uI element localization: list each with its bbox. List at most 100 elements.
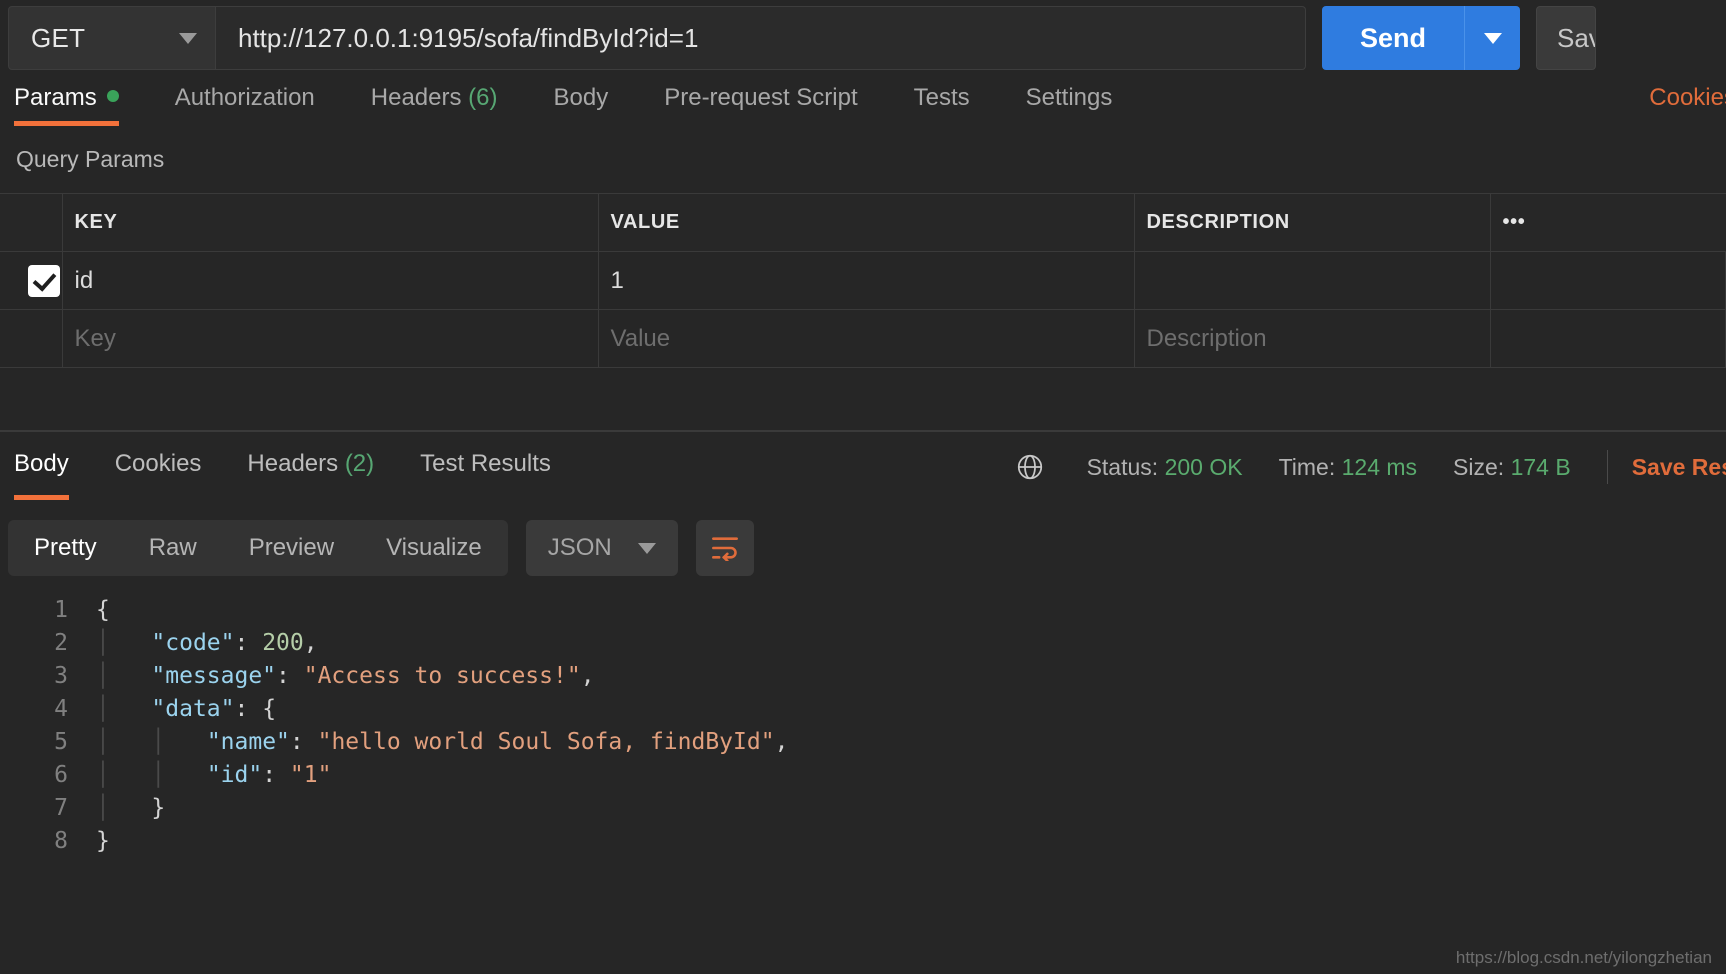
time-value: 124 ms	[1342, 454, 1417, 480]
line-number-gutter: 1 2 3 4 5 6 7 8	[0, 594, 86, 858]
code-line: │ "data": {	[96, 693, 788, 726]
response-meta: Status: 200 OK Time: 124 ms Size: 174 B …	[1015, 450, 1726, 484]
size-value: 174 B	[1511, 454, 1571, 480]
format-tab-visualize[interactable]: Visualize	[360, 534, 508, 562]
header-key: KEY	[62, 194, 598, 252]
query-params-table: KEY VALUE DESCRIPTION ••• id 1 Key Value…	[0, 193, 1726, 368]
code-line: │ │ "name": "hello world Soul Sofa, find…	[96, 726, 788, 759]
size-label-text: Size:	[1453, 454, 1504, 480]
row-description[interactable]	[1134, 252, 1490, 310]
status-badge: 200 OK	[1165, 454, 1243, 480]
bulk-edit-button[interactable]: •••	[1490, 194, 1726, 252]
send-button[interactable]: Send	[1322, 6, 1464, 70]
watermark: https://blog.csdn.net/yilongzhetian	[1456, 948, 1712, 968]
header-select-all	[0, 194, 62, 252]
http-method-label: GET	[31, 23, 85, 54]
response-bar: Body Cookies Headers (2) Test Results St…	[0, 432, 1726, 502]
table-row-empty: Key Value Description	[0, 310, 1726, 368]
response-tab-headers-count: (2)	[345, 450, 374, 477]
line-number: 7	[0, 792, 68, 825]
code-line: │ "code": 200,	[96, 627, 788, 660]
tab-tests[interactable]: Tests	[914, 84, 970, 124]
tab-authorization-label: Authorization	[175, 84, 315, 111]
tab-pre-request-script-label: Pre-request Script	[664, 84, 857, 111]
line-number: 8	[0, 825, 68, 858]
format-tab-raw[interactable]: Raw	[123, 534, 223, 562]
tab-headers-count: (6)	[468, 84, 497, 111]
response-tab-cookies[interactable]: Cookies	[115, 450, 202, 484]
time-label: Time: 124 ms	[1279, 454, 1417, 481]
params-modified-dot	[107, 90, 119, 102]
chevron-down-icon	[638, 543, 656, 554]
url-input-value: http://127.0.0.1:9195/sofa/findById?id=1	[238, 23, 698, 54]
table-row: id 1	[0, 252, 1726, 310]
tab-params-label: Params	[14, 84, 97, 111]
response-body-viewer[interactable]: 1 2 3 4 5 6 7 8 { │ "code": 200, │ "mess…	[0, 576, 1726, 858]
panel-gap	[0, 368, 1726, 430]
code-line: │ "message": "Access to success!",	[96, 660, 788, 693]
header-value: VALUE	[598, 194, 1134, 252]
format-tab-group: Pretty Raw Preview Visualize	[8, 520, 508, 576]
line-number: 4	[0, 693, 68, 726]
query-params-title: Query Params	[0, 124, 1726, 193]
postman-window: GET http://127.0.0.1:9195/sofa/findById?…	[0, 0, 1726, 974]
wrap-lines-button[interactable]	[696, 520, 754, 576]
response-tab-headers-label: Headers	[247, 450, 338, 477]
tab-params[interactable]: Params	[14, 84, 119, 124]
language-dropdown-value: JSON	[548, 534, 612, 562]
format-tab-preview[interactable]: Preview	[223, 534, 360, 562]
line-number: 5	[0, 726, 68, 759]
row-value[interactable]: 1	[598, 252, 1134, 310]
tab-settings[interactable]: Settings	[1026, 84, 1113, 124]
table-header-row: KEY VALUE DESCRIPTION •••	[0, 194, 1726, 252]
response-tab-body[interactable]: Body	[14, 450, 69, 484]
empty-row-value-input[interactable]: Value	[598, 310, 1134, 368]
meta-divider	[1607, 450, 1608, 484]
row-key[interactable]: id	[62, 252, 598, 310]
row-checkbox-cell	[0, 252, 62, 310]
cookies-link[interactable]: Cookies	[1649, 84, 1726, 112]
empty-row-description-input[interactable]: Description	[1134, 310, 1490, 368]
line-number: 1	[0, 594, 68, 627]
empty-row-key-input[interactable]: Key	[62, 310, 598, 368]
code-line: │ }	[96, 792, 788, 825]
header-description: DESCRIPTION	[1134, 194, 1490, 252]
request-url-bar: GET http://127.0.0.1:9195/sofa/findById?…	[0, 0, 1726, 72]
row-actions	[1490, 252, 1726, 310]
save-request-button[interactable]: Save	[1536, 6, 1596, 70]
size-label: Size: 174 B	[1453, 454, 1571, 481]
http-method-dropdown[interactable]: GET	[8, 6, 216, 70]
code-line: }	[96, 825, 788, 858]
empty-row-actions	[1490, 310, 1726, 368]
request-tabs: Params Authorization Headers (6) Body Pr…	[0, 72, 1726, 124]
tab-authorization[interactable]: Authorization	[175, 84, 315, 124]
response-format-toolbar: Pretty Raw Preview Visualize JSON	[0, 502, 1726, 576]
tab-body[interactable]: Body	[554, 84, 609, 124]
send-button-group: Send	[1322, 6, 1520, 70]
status-label: Status: 200 OK	[1087, 454, 1243, 481]
url-input[interactable]: http://127.0.0.1:9195/sofa/findById?id=1	[216, 6, 1306, 70]
language-dropdown[interactable]: JSON	[526, 520, 678, 576]
globe-icon	[1015, 452, 1045, 482]
format-tab-pretty[interactable]: Pretty	[8, 534, 123, 562]
tab-headers[interactable]: Headers (6)	[371, 84, 498, 124]
line-number: 2	[0, 627, 68, 660]
tab-settings-label: Settings	[1026, 84, 1113, 111]
save-response-button[interactable]: Save Res	[1632, 454, 1726, 481]
chevron-down-icon	[179, 33, 197, 44]
row-checkbox[interactable]	[28, 265, 60, 297]
code-line: │ │ "id": "1"	[96, 759, 788, 792]
send-options-button[interactable]	[1464, 6, 1520, 70]
tab-headers-label: Headers	[371, 84, 462, 111]
status-label-text: Status:	[1087, 454, 1159, 480]
chevron-down-icon	[1484, 33, 1502, 44]
response-tab-headers[interactable]: Headers (2)	[247, 450, 374, 484]
tab-tests-label: Tests	[914, 84, 970, 111]
line-number: 6	[0, 759, 68, 792]
response-tab-test-results[interactable]: Test Results	[420, 450, 551, 484]
tab-pre-request-script[interactable]: Pre-request Script	[664, 84, 857, 124]
response-body-code: { │ "code": 200, │ "message": "Access to…	[86, 594, 788, 858]
line-number: 3	[0, 660, 68, 693]
tab-body-label: Body	[554, 84, 609, 111]
time-label-text: Time:	[1279, 454, 1336, 480]
